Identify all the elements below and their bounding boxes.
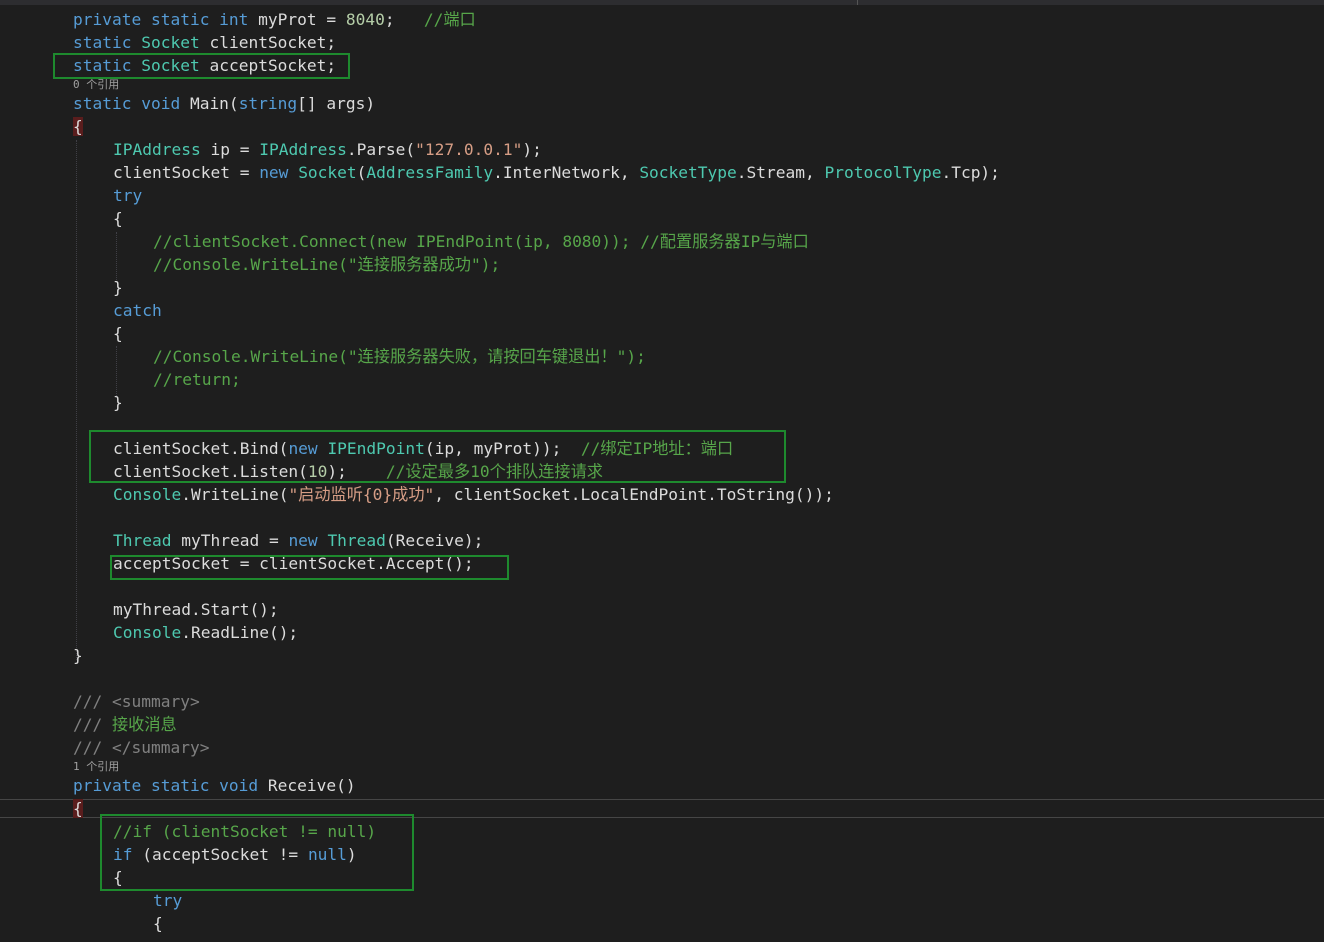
- code-line[interactable]: private static int myProt = 8040; //端口: [73, 10, 476, 30]
- code-line[interactable]: //return;: [153, 370, 241, 390]
- code-line[interactable]: //Console.WriteLine("连接服务器成功");: [153, 255, 500, 275]
- code-line[interactable]: {: [73, 799, 83, 819]
- annotation-box-accept-socket-declaration: [53, 53, 350, 79]
- code-line[interactable]: catch: [113, 301, 162, 321]
- code-line[interactable]: }: [113, 278, 123, 298]
- code-line[interactable]: }: [113, 393, 123, 413]
- code-line[interactable]: IPAddress ip = IPAddress.Parse("127.0.0.…: [113, 140, 542, 160]
- code-line[interactable]: static void Main(string[] args): [73, 94, 375, 114]
- annotation-box-bind-listen: [89, 430, 786, 483]
- code-line[interactable]: try: [113, 186, 142, 206]
- code-line[interactable]: try: [153, 891, 182, 911]
- annotation-box-accept-call: [110, 555, 509, 580]
- code-line[interactable]: /// 接收消息: [73, 715, 177, 735]
- code-line[interactable]: {: [73, 117, 83, 137]
- code-line[interactable]: Thread myThread = new Thread(Receive);: [113, 531, 483, 551]
- code-line[interactable]: //clientSocket.Connect(new IPEndPoint(ip…: [153, 232, 809, 252]
- code-line[interactable]: //Console.WriteLine("连接服务器失败，请按回车键退出！");: [153, 347, 646, 367]
- code-line[interactable]: static Socket clientSocket;: [73, 33, 336, 53]
- code-line[interactable]: myThread.Start();: [113, 600, 279, 620]
- code-line[interactable]: private static void Receive(): [73, 776, 356, 796]
- code-line[interactable]: /// </summary>: [73, 738, 209, 758]
- indent-guide: [76, 140, 77, 660]
- annotation-box-receive-null-check: [100, 814, 414, 891]
- indent-guide: [116, 232, 117, 282]
- code-line[interactable]: clientSocket = new Socket(AddressFamily.…: [113, 163, 1000, 183]
- code-line[interactable]: {: [113, 324, 123, 344]
- codelens-reference-count[interactable]: 0 个引用: [73, 78, 119, 92]
- code-line[interactable]: Console.WriteLine("启动监听{0}成功", clientSoc…: [113, 485, 834, 505]
- code-line[interactable]: /// <summary>: [73, 692, 200, 712]
- code-line[interactable]: }: [73, 646, 83, 666]
- code-line[interactable]: Console.ReadLine();: [113, 623, 298, 643]
- code-line[interactable]: {: [153, 914, 163, 934]
- codelens-reference-count[interactable]: 1 个引用: [73, 760, 119, 774]
- indent-guide: [116, 346, 117, 396]
- code-line[interactable]: {: [113, 209, 123, 229]
